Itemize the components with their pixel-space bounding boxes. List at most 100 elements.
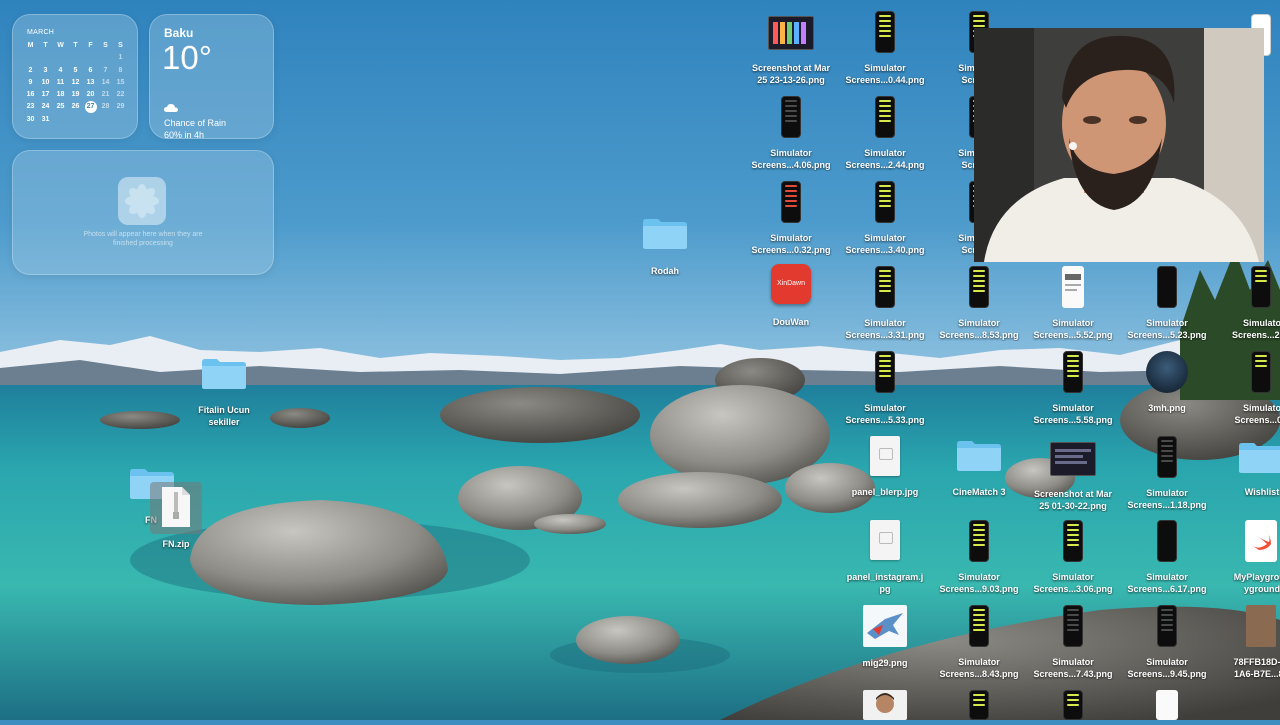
desktop-file-simulator-5-52[interactable]: Simulator Screens...5.52.png [1025, 266, 1121, 341]
weather-widget[interactable]: Baku 10° Chance of Rain 60% in 4h [149, 14, 274, 140]
desktop-file-simulator-3-40[interactable]: Simulator Screens...3.40.png [837, 181, 933, 256]
calendar-day[interactable]: 28 [98, 101, 113, 113]
icon-label: 3mh.png [1148, 403, 1186, 413]
desktop-folder-cinematch-3[interactable]: CineMatch 3 [931, 438, 1027, 502]
desktop-file-simulator-bottom-col3[interactable] [931, 690, 1027, 720]
desktop-file-myplayground[interactable]: MyPlaygroun yground [1213, 520, 1280, 596]
icon-label-line2: 25 23-13-26.png [757, 75, 825, 85]
calendar-day[interactable]: 15 [113, 77, 128, 89]
calendar-day[interactable]: 24 [38, 101, 53, 113]
cloud-rain-icon [164, 103, 178, 116]
desktop-file-simulator-8-43[interactable]: Simulator Screens...8.43.png [931, 605, 1027, 681]
desktop-file-simulator-5-58[interactable]: Simulator Screens...5.58.png [1025, 351, 1121, 426]
image-thumbnail [863, 690, 907, 720]
desktop-file-simulator-5-33[interactable]: Simulator Screens...5.33.png [837, 351, 933, 426]
desktop-file-simulator-edge-2[interactable]: Simulato Screens...0.0 [1213, 351, 1280, 426]
calendar-day[interactable]: 4 [53, 65, 68, 77]
desktop-file-simulator-edge-1[interactable]: Simulato Screens...2.39 [1213, 266, 1280, 341]
calendar-day[interactable]: 29 [113, 101, 128, 113]
calendar-day[interactable]: 25 [53, 101, 68, 113]
icon-label-line1: Simulator [1146, 318, 1188, 328]
calendar-day[interactable]: 12 [68, 77, 83, 89]
calendar-day[interactable]: 3 [38, 65, 53, 77]
icon-label-line2: Screens...8.53.png [939, 330, 1019, 340]
photos-icon [118, 177, 166, 225]
calendar-day[interactable]: 10 [38, 77, 53, 89]
desktop-file-simulator-bottom-col4[interactable] [1025, 690, 1121, 720]
icon-label-line1: Simulator [1052, 657, 1094, 667]
calendar-day[interactable]: 26 [68, 101, 83, 113]
icon-label-line1: Fitalin Ucun [198, 405, 250, 415]
calendar-day[interactable]: 18 [53, 89, 68, 101]
desktop-app-douwan[interactable]: XinDawn DouWan [743, 264, 839, 330]
desktop-file-portrait[interactable] [837, 690, 933, 720]
desktop-file-screenshot-mar-25-23-13-26[interactable]: Screenshot at Mar 25 23-13-26.png [743, 14, 839, 86]
calendar-day[interactable]: 14 [98, 77, 113, 89]
desktop-file-simulator-0-32[interactable]: Simulator Screens...0.32.png [743, 181, 839, 256]
desktop-file-simulator-9-03[interactable]: Simulator Screens...9.03.png [931, 520, 1027, 596]
calendar-day[interactable]: 8 [113, 65, 128, 77]
desktop-file-simulator-1-18[interactable]: Simulator Screens...1.18.png [1119, 436, 1215, 512]
icon-label-line2: 25 01-30-22.png [1039, 501, 1107, 511]
calendar-day[interactable]: 20 [83, 89, 98, 101]
desktop-file-78ffb18d[interactable]: 78FFB18D-45 1A6-B7E...8A [1213, 605, 1280, 681]
desktop-file-simulator-8-53[interactable]: Simulator Screens...8.53.png [931, 266, 1027, 341]
calendar-today[interactable]: 27 [83, 101, 98, 114]
desktop-file-simulator-7-43[interactable]: Simulator Screens...7.43.png [1025, 605, 1121, 681]
calendar-day[interactable]: 5 [68, 65, 83, 77]
webcam-overlay[interactable] [974, 28, 1264, 262]
icon-label-line2: Screens...5.33.png [845, 415, 925, 425]
calendar-day[interactable]: 7 [98, 65, 113, 77]
desktop-file-panel-blerp[interactable]: panel_blerp.jpg [837, 436, 933, 500]
calendar-weekday: T [73, 42, 78, 49]
desktop-file-simulator-2-44[interactable]: Simulator Screens...2.44.png [837, 96, 933, 171]
calendar-month: MARCH [27, 29, 55, 36]
desktop-file-panel-instagram[interactable]: panel_instagram.j pg [837, 520, 933, 596]
desktop-file-simulator-3-31[interactable]: Simulator Screens...3.31.png [837, 266, 933, 341]
desktop-file-screenshot-mar-25-01-30-22[interactable]: Screenshot at Mar 25 01-30-22.png [1025, 442, 1121, 514]
calendar-day[interactable]: 1 [113, 52, 128, 64]
desktop-file-simulator-0-44[interactable]: Simulator Screens...0.44.png [837, 11, 933, 86]
calendar-empty-cell [68, 114, 83, 126]
desktop-file-bottom-col5[interactable] [1119, 690, 1215, 720]
icon-label: DouWan [772, 317, 810, 327]
desktop-file-3mh[interactable]: 3mh.png [1119, 351, 1215, 416]
desktop-file-simulator-6-17[interactable]: Simulator Screens...6.17.png [1119, 520, 1215, 596]
image-thumbnail [1156, 690, 1178, 720]
calendar-empty-cell [68, 52, 83, 64]
icon-label-line1: panel_instagram.j [846, 572, 924, 582]
calendar-day[interactable]: 21 [98, 89, 113, 101]
icon-label-line1: Simulator [1052, 572, 1094, 582]
calendar-day[interactable]: 9 [23, 77, 38, 89]
icon-label-line2: yground [1244, 584, 1280, 594]
calendar-day[interactable]: 19 [68, 89, 83, 101]
icon-label: CineMatch 3 [952, 487, 1006, 497]
desktop-file-mig29[interactable]: mig29.png [837, 605, 933, 669]
calendar-day[interactable]: 22 [113, 89, 128, 101]
desktop-folder-rodah[interactable]: Rodah [617, 216, 713, 278]
calendar-day[interactable]: 16 [23, 89, 38, 101]
calendar-day[interactable]: 2 [23, 65, 38, 77]
desktop-folder-wishlist[interactable]: Wishlist [1213, 440, 1280, 502]
icon-label-line1: Simulator [958, 657, 1000, 667]
desktop-file-simulator-3-06[interactable]: Simulator Screens...3.06.png [1025, 520, 1121, 596]
desktop-file-simulator-9-45[interactable]: Simulator Screens...9.45.png [1119, 605, 1215, 681]
weather-detail-text: 60% in 4h [164, 130, 205, 140]
phone-screenshot-thumbnail [1063, 605, 1083, 647]
desktop-file-simulator-4-06[interactable]: Simulator Screens...4.06.png [743, 96, 839, 171]
calendar-day[interactable]: 30 [23, 114, 38, 126]
calendar-weekday: S [118, 42, 123, 49]
icon-label-line2: Screens...3.06.png [1033, 584, 1113, 594]
calendar-day[interactable]: 13 [83, 77, 98, 89]
photos-widget[interactable]: Photos will appear here when they are fi… [12, 150, 274, 275]
desktop-file-fn-zip[interactable]: FN.zip [128, 482, 224, 552]
calendar-day[interactable]: 23 [23, 101, 38, 113]
calendar-day[interactable]: 17 [38, 89, 53, 101]
icon-label-line2: Screens...0.32.png [751, 245, 831, 255]
calendar-day[interactable]: 31 [38, 114, 53, 126]
calendar-day[interactable]: 11 [53, 77, 68, 89]
desktop-folder-fitalin-ucun-sekiller[interactable]: Fitalin Ucun sekiller [176, 356, 272, 428]
calendar-widget[interactable]: MARCH M T W T F S S 1 2 3 4 5 6 7 8 9 10 11 12 13 14 15 16 17 18… [12, 14, 138, 139]
calendar-day[interactable]: 6 [83, 65, 98, 77]
desktop-file-simulator-5-23[interactable]: Simulator Screens...5.23.png [1119, 266, 1215, 341]
